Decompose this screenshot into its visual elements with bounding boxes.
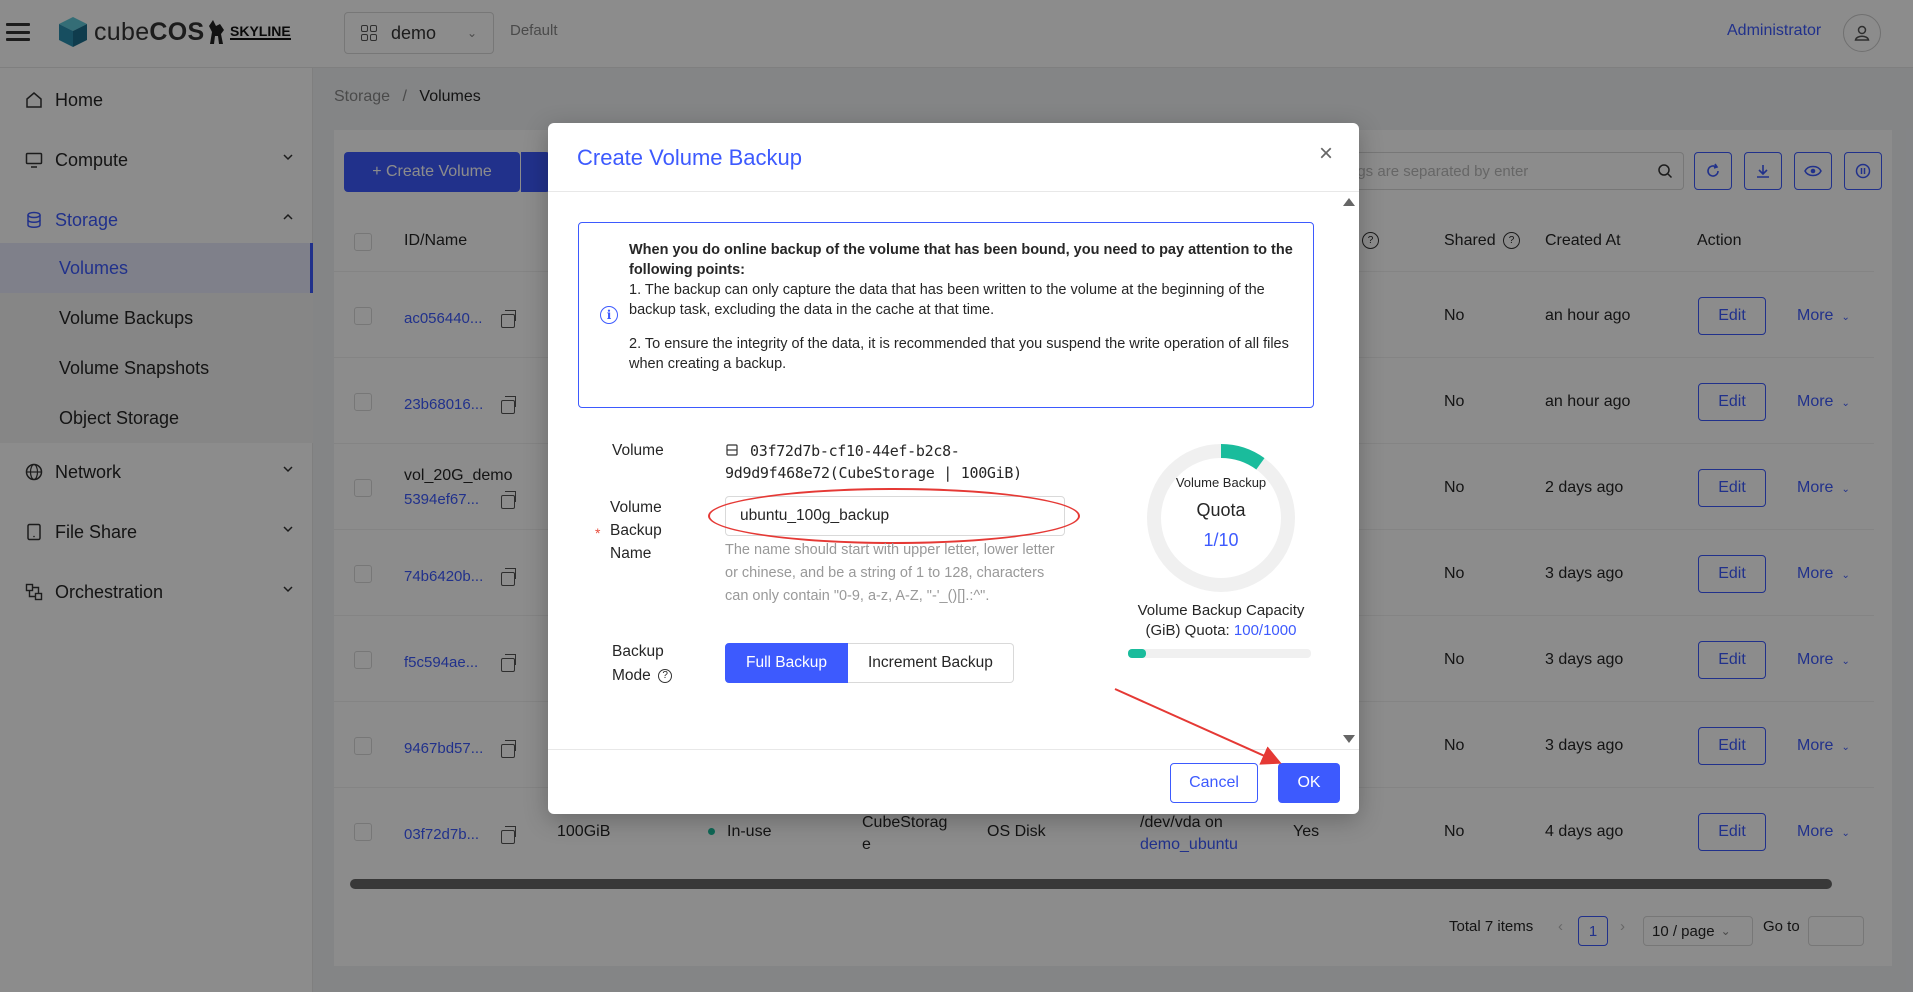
close-icon[interactable]: × bbox=[1315, 142, 1337, 166]
capacity-progress-fill bbox=[1128, 649, 1147, 658]
backup-mode-label-line2: Mode ? bbox=[612, 664, 673, 688]
quota-title: Quota bbox=[1196, 500, 1246, 520]
cancel-button[interactable]: Cancel bbox=[1170, 763, 1258, 803]
backup-name-label-line2: Backup bbox=[610, 522, 662, 539]
backup-name-label-line1: Volume bbox=[610, 499, 662, 516]
info-icon: i bbox=[600, 306, 618, 324]
alert-heading: When you do online backup of the volume … bbox=[629, 242, 1293, 278]
info-alert: i When you do online backup of the volum… bbox=[578, 222, 1314, 408]
backup-name-label-line3: Name bbox=[610, 545, 652, 562]
capacity-quota-value: 100/1000 bbox=[1233, 622, 1297, 639]
backup-mode-label-line1: Backup bbox=[612, 643, 664, 660]
volume-value-line1: 03f72d7b-cf10-44ef-b2c8- bbox=[750, 442, 960, 460]
header-divider bbox=[548, 191, 1359, 192]
dialog-title: Create Volume Backup bbox=[577, 145, 803, 170]
quota-title-small: Volume Backup bbox=[1175, 475, 1267, 490]
increment-backup-option[interactable]: Increment Backup bbox=[847, 643, 1014, 683]
backup-name-input[interactable] bbox=[725, 496, 1065, 536]
required-mark: * bbox=[595, 525, 601, 541]
footer-divider bbox=[548, 749, 1359, 750]
scroll-up-icon[interactable] bbox=[1343, 198, 1355, 206]
scroll-down-icon[interactable] bbox=[1343, 735, 1355, 743]
capacity-quota-label: Volume Backup Capacity (GiB) Quota: 100/… bbox=[1121, 601, 1321, 641]
backup-mode-label-text: Mode bbox=[612, 667, 651, 684]
backup-name-hint: The name should start with upper letter,… bbox=[725, 542, 1055, 604]
quota-count: 1/10 bbox=[1203, 530, 1239, 550]
backup-mode-radio-group: Full Backup Increment Backup bbox=[725, 643, 1014, 683]
volume-value-line2: 9d9d9f468e72(CubeStorage | 100GiB) bbox=[725, 464, 1022, 482]
alert-point-1: 1. The backup can only capture the data … bbox=[629, 282, 1265, 318]
volume-label: Volume bbox=[612, 442, 664, 459]
create-volume-backup-dialog: Create Volume Backup × i When you do onl… bbox=[548, 123, 1359, 814]
alert-point-2: 2. To ensure the integrity of the data, … bbox=[629, 336, 1289, 372]
ok-button[interactable]: OK bbox=[1278, 763, 1340, 803]
capacity-progress-bar bbox=[1128, 649, 1311, 658]
help-icon[interactable]: ? bbox=[658, 668, 673, 683]
volume-disk-icon bbox=[726, 444, 738, 456]
full-backup-option[interactable]: Full Backup bbox=[725, 643, 848, 683]
